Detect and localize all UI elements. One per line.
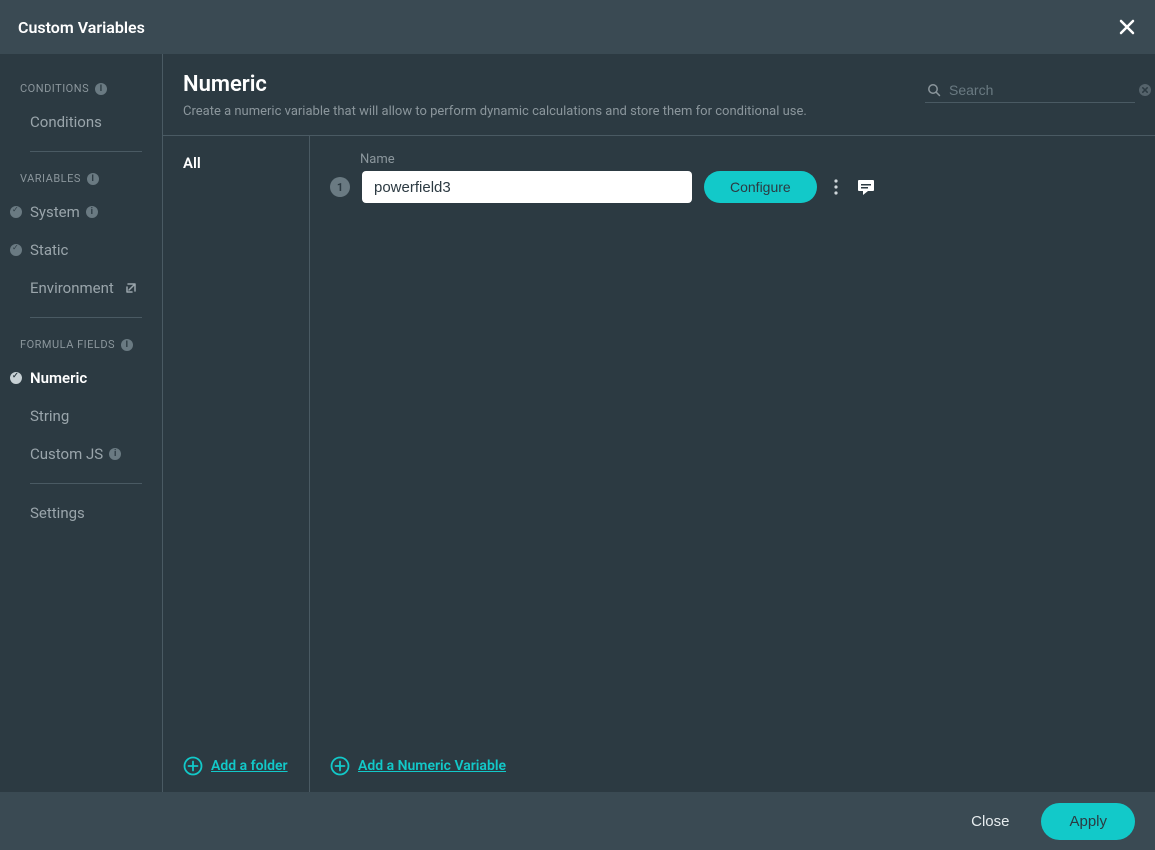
sidebar-item-string[interactable]: String [0,397,162,435]
folder-list: All [163,136,309,742]
dialog-title: Custom Variables [18,18,145,37]
clear-search-icon[interactable] [1138,83,1152,97]
sidebar-item-label: Environment [30,279,114,297]
section-label: VARIABLES [20,172,81,185]
sidebar-item-label: String [30,407,69,425]
sidebar-item-numeric[interactable]: Numeric [0,359,162,397]
sidebar-item-system[interactable]: System i [0,193,162,231]
sidebar-item-label: Custom JS [30,445,103,463]
info-icon[interactable]: i [95,83,107,95]
search-input[interactable] [949,82,1130,98]
section-header-conditions: CONDITIONS i [0,72,162,103]
page-title: Numeric [183,72,905,97]
sidebar: CONDITIONS i Conditions VARIABLES i Syst… [0,54,163,792]
comment-icon[interactable] [855,176,877,198]
close-button[interactable]: Close [957,805,1023,838]
content: CONDITIONS i Conditions VARIABLES i Syst… [0,54,1155,792]
info-icon[interactable]: i [109,448,121,460]
row-number-badge: 1 [330,177,350,197]
sidebar-item-label: Numeric [30,369,87,387]
sidebar-item-label: Static [30,241,68,259]
sidebar-item-label: System [30,203,80,221]
sidebar-item-customjs[interactable]: Custom JS i [0,435,162,473]
items-column: Name 1 Configure Add [310,136,1155,792]
sidebar-item-settings[interactable]: Settings [0,494,162,532]
items-list: Name 1 Configure [310,136,1155,742]
main-header-text: Numeric Create a numeric variable that w… [183,72,905,121]
variable-row: 1 Configure [330,171,1135,203]
sidebar-item-label: Settings [30,504,85,522]
plus-circle-icon [183,756,203,776]
add-folder-button[interactable]: Add a folder [163,742,309,792]
info-icon[interactable]: i [87,173,99,185]
external-link-icon [124,281,138,295]
search-field[interactable] [925,78,1135,103]
divider [30,483,142,484]
sidebar-item-label: Conditions [30,113,102,131]
section-header-variables: VARIABLES i [0,162,162,193]
section-header-formula: FORMULA FIELDS i [0,328,162,359]
folder-column: All Add a folder [163,136,310,792]
plus-circle-icon [330,756,350,776]
sidebar-item-environment[interactable]: Environment [0,269,162,307]
titlebar: Custom Variables [0,0,1155,54]
variable-name-input[interactable] [362,171,692,203]
search-icon [927,83,941,97]
sidebar-item-static[interactable]: Static [0,231,162,269]
info-icon[interactable]: i [86,206,98,218]
configure-button[interactable]: Configure [704,171,817,203]
divider [30,317,142,318]
main-panel: Numeric Create a numeric variable that w… [163,54,1155,792]
kebab-menu-icon[interactable] [829,177,843,197]
page-description: Create a numeric variable that will allo… [183,103,905,121]
info-icon[interactable]: i [121,339,133,351]
folder-all[interactable]: All [183,154,289,172]
add-variable-label: Add a Numeric Variable [358,758,506,774]
main-header: Numeric Create a numeric variable that w… [163,54,1155,136]
add-folder-label: Add a folder [211,758,288,774]
name-column-label: Name [360,152,1135,167]
sidebar-item-conditions[interactable]: Conditions [0,103,162,141]
section-label: CONDITIONS [20,82,89,95]
add-variable-button[interactable]: Add a Numeric Variable [310,742,1155,792]
dialog-footer: Close Apply [0,792,1155,850]
divider [30,151,142,152]
section-label: FORMULA FIELDS [20,338,115,351]
main-body: All Add a folder Name 1 Configure [163,136,1155,792]
close-icon[interactable] [1117,17,1137,37]
apply-button[interactable]: Apply [1041,803,1135,840]
